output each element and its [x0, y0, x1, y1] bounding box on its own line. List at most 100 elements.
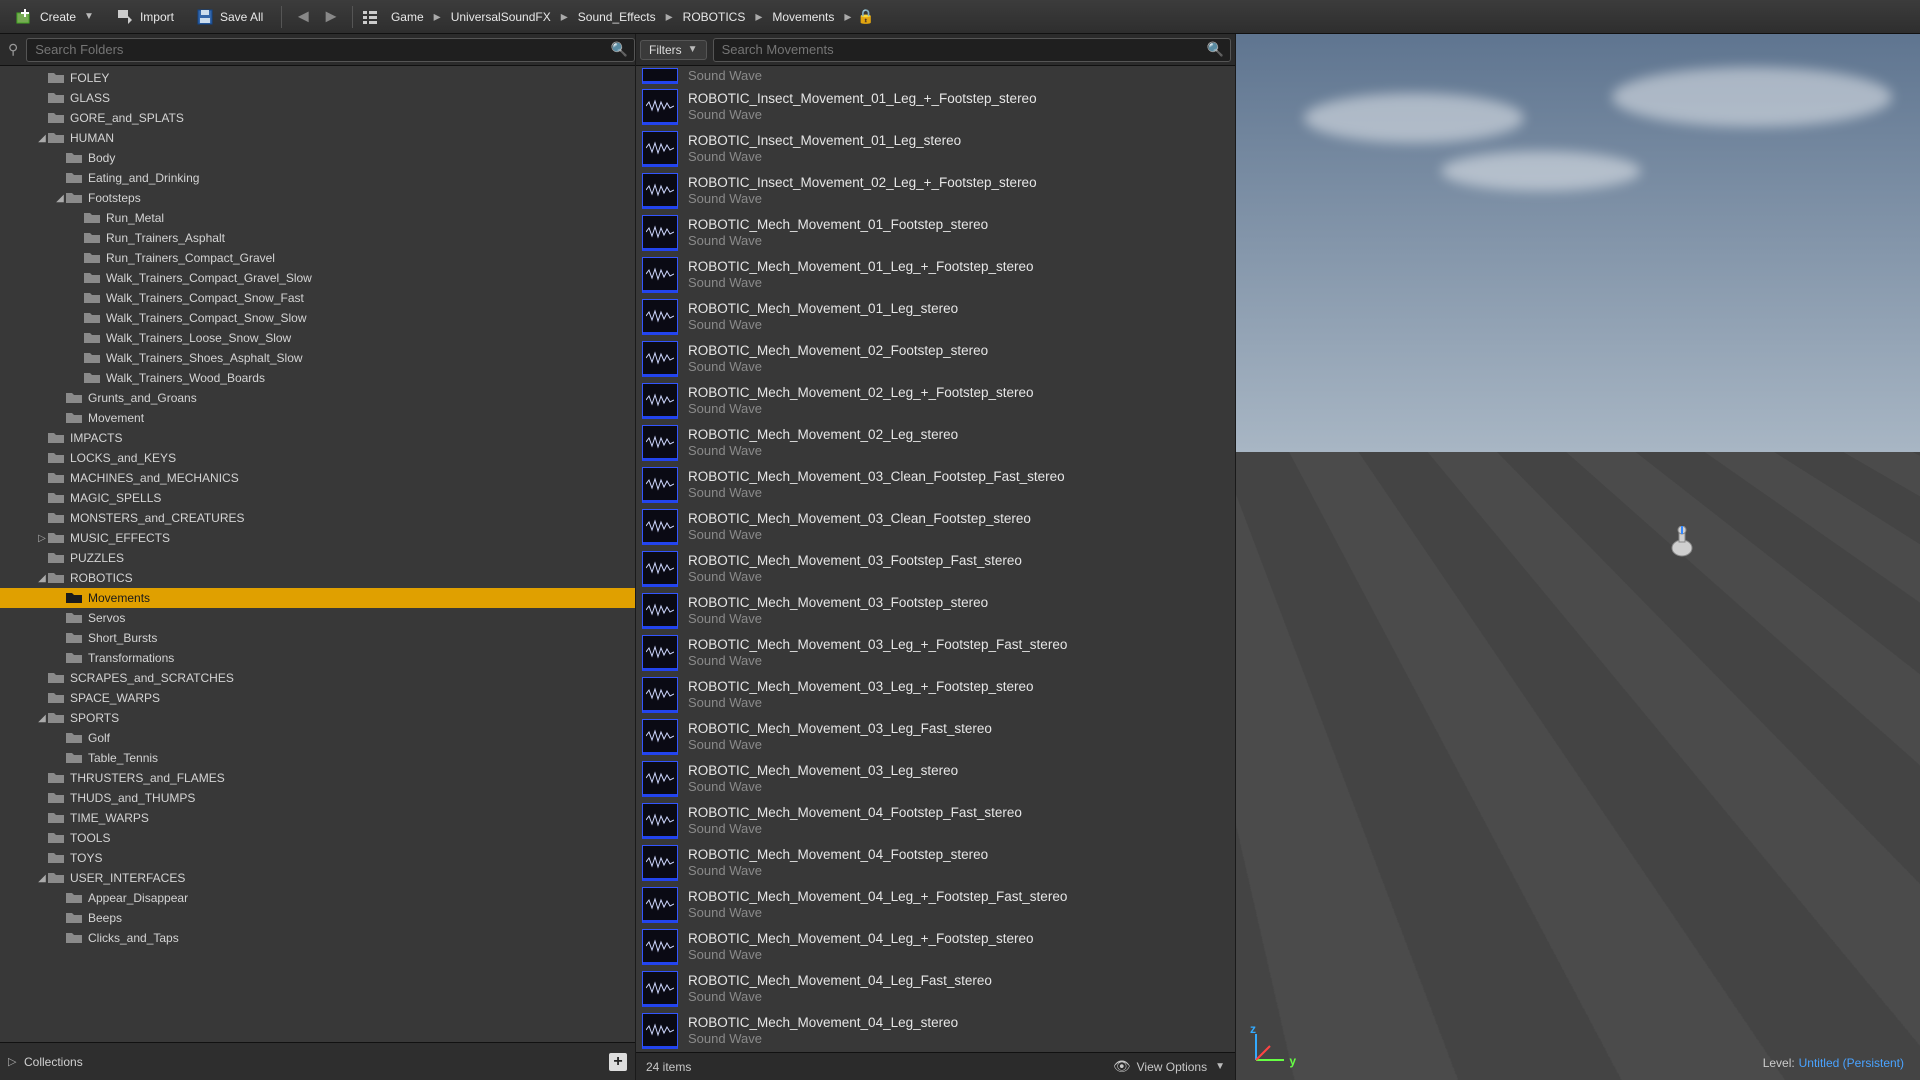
- folder-tree-item[interactable]: GLASS: [0, 88, 635, 108]
- chevron-down-icon[interactable]: ◢: [54, 193, 66, 204]
- folder-tree-item[interactable]: Table_Tennis: [0, 748, 635, 768]
- folder-tree-item[interactable]: Beeps: [0, 908, 635, 928]
- chevron-down-icon[interactable]: ◢: [36, 133, 48, 144]
- list-item[interactable]: ROBOTIC_Mech_Movement_03_Leg_+_Footstep_…: [636, 632, 1235, 674]
- folder-tree-item[interactable]: FOLEY: [0, 68, 635, 88]
- list-item[interactable]: ROBOTIC_Insect_Movement_01_Leg_stereoSou…: [636, 128, 1235, 170]
- filter-icon[interactable]: ⚲: [4, 41, 22, 58]
- asset-search-box[interactable]: 🔍: [713, 38, 1231, 62]
- breadcrumb-item[interactable]: Movements: [768, 8, 838, 26]
- folder-search-box[interactable]: 🔍: [26, 38, 635, 62]
- folder-tree-item[interactable]: Servos: [0, 608, 635, 628]
- chevron-down-icon[interactable]: ◢: [36, 573, 48, 584]
- folder-tree-item[interactable]: GORE_and_SPLATS: [0, 108, 635, 128]
- folder-tree-item[interactable]: Short_Bursts: [0, 628, 635, 648]
- folder-tree-item[interactable]: ◢SPORTS: [0, 708, 635, 728]
- list-item[interactable]: ROBOTIC_Mech_Movement_04_Leg_+_Footstep_…: [636, 926, 1235, 968]
- folder-icon: [48, 792, 64, 804]
- list-item[interactable]: ROBOTIC_Mech_Movement_04_Footstep_Fast_s…: [636, 800, 1235, 842]
- folder-tree-item[interactable]: Run_Trainers_Compact_Gravel: [0, 248, 635, 268]
- breadcrumb-item[interactable]: UniversalSoundFX: [447, 8, 555, 26]
- list-item[interactable]: ROBOTIC_Mech_Movement_03_Clean_Footstep_…: [636, 464, 1235, 506]
- folder-tree-item[interactable]: Appear_Disappear: [0, 888, 635, 908]
- list-item[interactable]: ROBOTIC_Mech_Movement_04_Leg_stereoSound…: [636, 1010, 1235, 1052]
- soundwave-thumb-icon: [642, 425, 678, 461]
- folder-tree-item[interactable]: Walk_Trainers_Loose_Snow_Slow: [0, 328, 635, 348]
- list-item[interactable]: ROBOTIC_Mech_Movement_03_Leg_stereoSound…: [636, 758, 1235, 800]
- folder-tree-item[interactable]: MAGIC_SPELLS: [0, 488, 635, 508]
- folder-tree-item[interactable]: Walk_Trainers_Compact_Snow_Fast: [0, 288, 635, 308]
- list-item[interactable]: ROBOTIC_Mech_Movement_03_Clean_Footstep_…: [636, 506, 1235, 548]
- folder-tree-item[interactable]: MACHINES_and_MECHANICS: [0, 468, 635, 488]
- folder-tree-item[interactable]: TOYS: [0, 848, 635, 868]
- view-options-button[interactable]: 👁 View Options ▼: [1113, 1058, 1225, 1075]
- list-item[interactable]: ROBOTIC_Mech_Movement_01_Footstep_stereo…: [636, 212, 1235, 254]
- folder-tree-item[interactable]: Movement: [0, 408, 635, 428]
- folder-tree-item[interactable]: SPACE_WARPS: [0, 688, 635, 708]
- folder-tree-item[interactable]: Run_Trainers_Asphalt: [0, 228, 635, 248]
- collections-bar[interactable]: ▷ Collections +: [0, 1042, 635, 1080]
- list-item[interactable]: ROBOTIC_Mech_Movement_04_Leg_+_Footstep_…: [636, 884, 1235, 926]
- list-item[interactable]: Sound Wave: [636, 66, 1235, 86]
- folder-tree-item[interactable]: Body: [0, 148, 635, 168]
- asset-search-input[interactable]: [722, 42, 1204, 57]
- list-item[interactable]: ROBOTIC_Mech_Movement_03_Footstep_Fast_s…: [636, 548, 1235, 590]
- folder-tree-item[interactable]: PUZZLES: [0, 548, 635, 568]
- save-all-button[interactable]: Save All: [186, 4, 273, 30]
- chevron-down-icon[interactable]: ◢: [36, 873, 48, 884]
- folder-tree-item[interactable]: IMPACTS: [0, 428, 635, 448]
- list-item[interactable]: ROBOTIC_Mech_Movement_01_Leg_stereoSound…: [636, 296, 1235, 338]
- list-item[interactable]: ROBOTIC_Insect_Movement_01_Leg_+_Footste…: [636, 86, 1235, 128]
- folder-tree-item[interactable]: Walk_Trainers_Compact_Snow_Slow: [0, 308, 635, 328]
- folder-search-input[interactable]: [35, 42, 608, 57]
- asset-list[interactable]: Sound WaveROBOTIC_Insect_Movement_01_Leg…: [636, 66, 1235, 1052]
- folder-tree-item[interactable]: ◢USER_INTERFACES: [0, 868, 635, 888]
- folder-tree-item[interactable]: Grunts_and_Groans: [0, 388, 635, 408]
- folder-tree[interactable]: FOLEYGLASSGORE_and_SPLATS◢HUMANBodyEatin…: [0, 66, 635, 1042]
- folder-tree-item[interactable]: SCRAPES_and_SCRATCHES: [0, 668, 635, 688]
- folder-tree-item[interactable]: Walk_Trainers_Compact_Gravel_Slow: [0, 268, 635, 288]
- filters-button[interactable]: Filters ▼: [640, 40, 707, 60]
- folder-tree-item[interactable]: ◢Footsteps: [0, 188, 635, 208]
- folder-tree-item[interactable]: ◢ROBOTICS: [0, 568, 635, 588]
- breadcrumb-item[interactable]: Game: [387, 8, 428, 26]
- list-item[interactable]: ROBOTIC_Mech_Movement_02_Footstep_stereo…: [636, 338, 1235, 380]
- folder-tree-item[interactable]: Walk_Trainers_Shoes_Asphalt_Slow: [0, 348, 635, 368]
- list-item[interactable]: ROBOTIC_Mech_Movement_01_Leg_+_Footstep_…: [636, 254, 1235, 296]
- folder-tree-item[interactable]: ◢HUMAN: [0, 128, 635, 148]
- list-item[interactable]: ROBOTIC_Mech_Movement_03_Leg_+_Footstep_…: [636, 674, 1235, 716]
- folder-tree-item[interactable]: Walk_Trainers_Wood_Boards: [0, 368, 635, 388]
- path-root-icon[interactable]: [361, 8, 379, 26]
- list-item[interactable]: ROBOTIC_Mech_Movement_03_Footstep_stereo…: [636, 590, 1235, 632]
- folder-tree-item[interactable]: LOCKS_and_KEYS: [0, 448, 635, 468]
- level-viewport[interactable]: z y Level: Untitled (Persistent): [1236, 34, 1920, 1080]
- folder-tree-item[interactable]: THRUSTERS_and_FLAMES: [0, 768, 635, 788]
- folder-tree-item[interactable]: Movements: [0, 588, 635, 608]
- list-item[interactable]: ROBOTIC_Mech_Movement_04_Footstep_stereo…: [636, 842, 1235, 884]
- nav-forward-button[interactable]: ►: [318, 6, 344, 27]
- folder-tree-item[interactable]: Transformations: [0, 648, 635, 668]
- add-collection-button[interactable]: +: [609, 1053, 627, 1071]
- lock-icon[interactable]: 🔒: [857, 8, 874, 25]
- folder-tree-item[interactable]: MONSTERS_and_CREATURES: [0, 508, 635, 528]
- list-item[interactable]: ROBOTIC_Mech_Movement_02_Leg_+_Footstep_…: [636, 380, 1235, 422]
- folder-tree-item[interactable]: Run_Metal: [0, 208, 635, 228]
- breadcrumb-item[interactable]: ROBOTICS: [679, 8, 750, 26]
- chevron-down-icon[interactable]: ◢: [36, 713, 48, 724]
- folder-tree-item[interactable]: THUDS_and_THUMPS: [0, 788, 635, 808]
- list-item[interactable]: ROBOTIC_Mech_Movement_04_Leg_Fast_stereo…: [636, 968, 1235, 1010]
- chevron-right-icon[interactable]: ▷: [36, 533, 48, 544]
- breadcrumb-item[interactable]: Sound_Effects: [574, 8, 660, 26]
- list-item[interactable]: ROBOTIC_Insect_Movement_02_Leg_+_Footste…: [636, 170, 1235, 212]
- nav-back-button[interactable]: ◄: [290, 6, 316, 27]
- folder-tree-item[interactable]: TIME_WARPS: [0, 808, 635, 828]
- list-item[interactable]: ROBOTIC_Mech_Movement_03_Leg_Fast_stereo…: [636, 716, 1235, 758]
- folder-tree-item[interactable]: TOOLS: [0, 828, 635, 848]
- import-button[interactable]: Import: [106, 4, 184, 30]
- folder-tree-item[interactable]: Golf: [0, 728, 635, 748]
- list-item[interactable]: ROBOTIC_Mech_Movement_02_Leg_stereoSound…: [636, 422, 1235, 464]
- folder-tree-item[interactable]: Eating_and_Drinking: [0, 168, 635, 188]
- folder-tree-item[interactable]: ▷MUSIC_EFFECTS: [0, 528, 635, 548]
- create-button[interactable]: Create ▼: [6, 4, 104, 30]
- folder-tree-item[interactable]: Clicks_and_Taps: [0, 928, 635, 948]
